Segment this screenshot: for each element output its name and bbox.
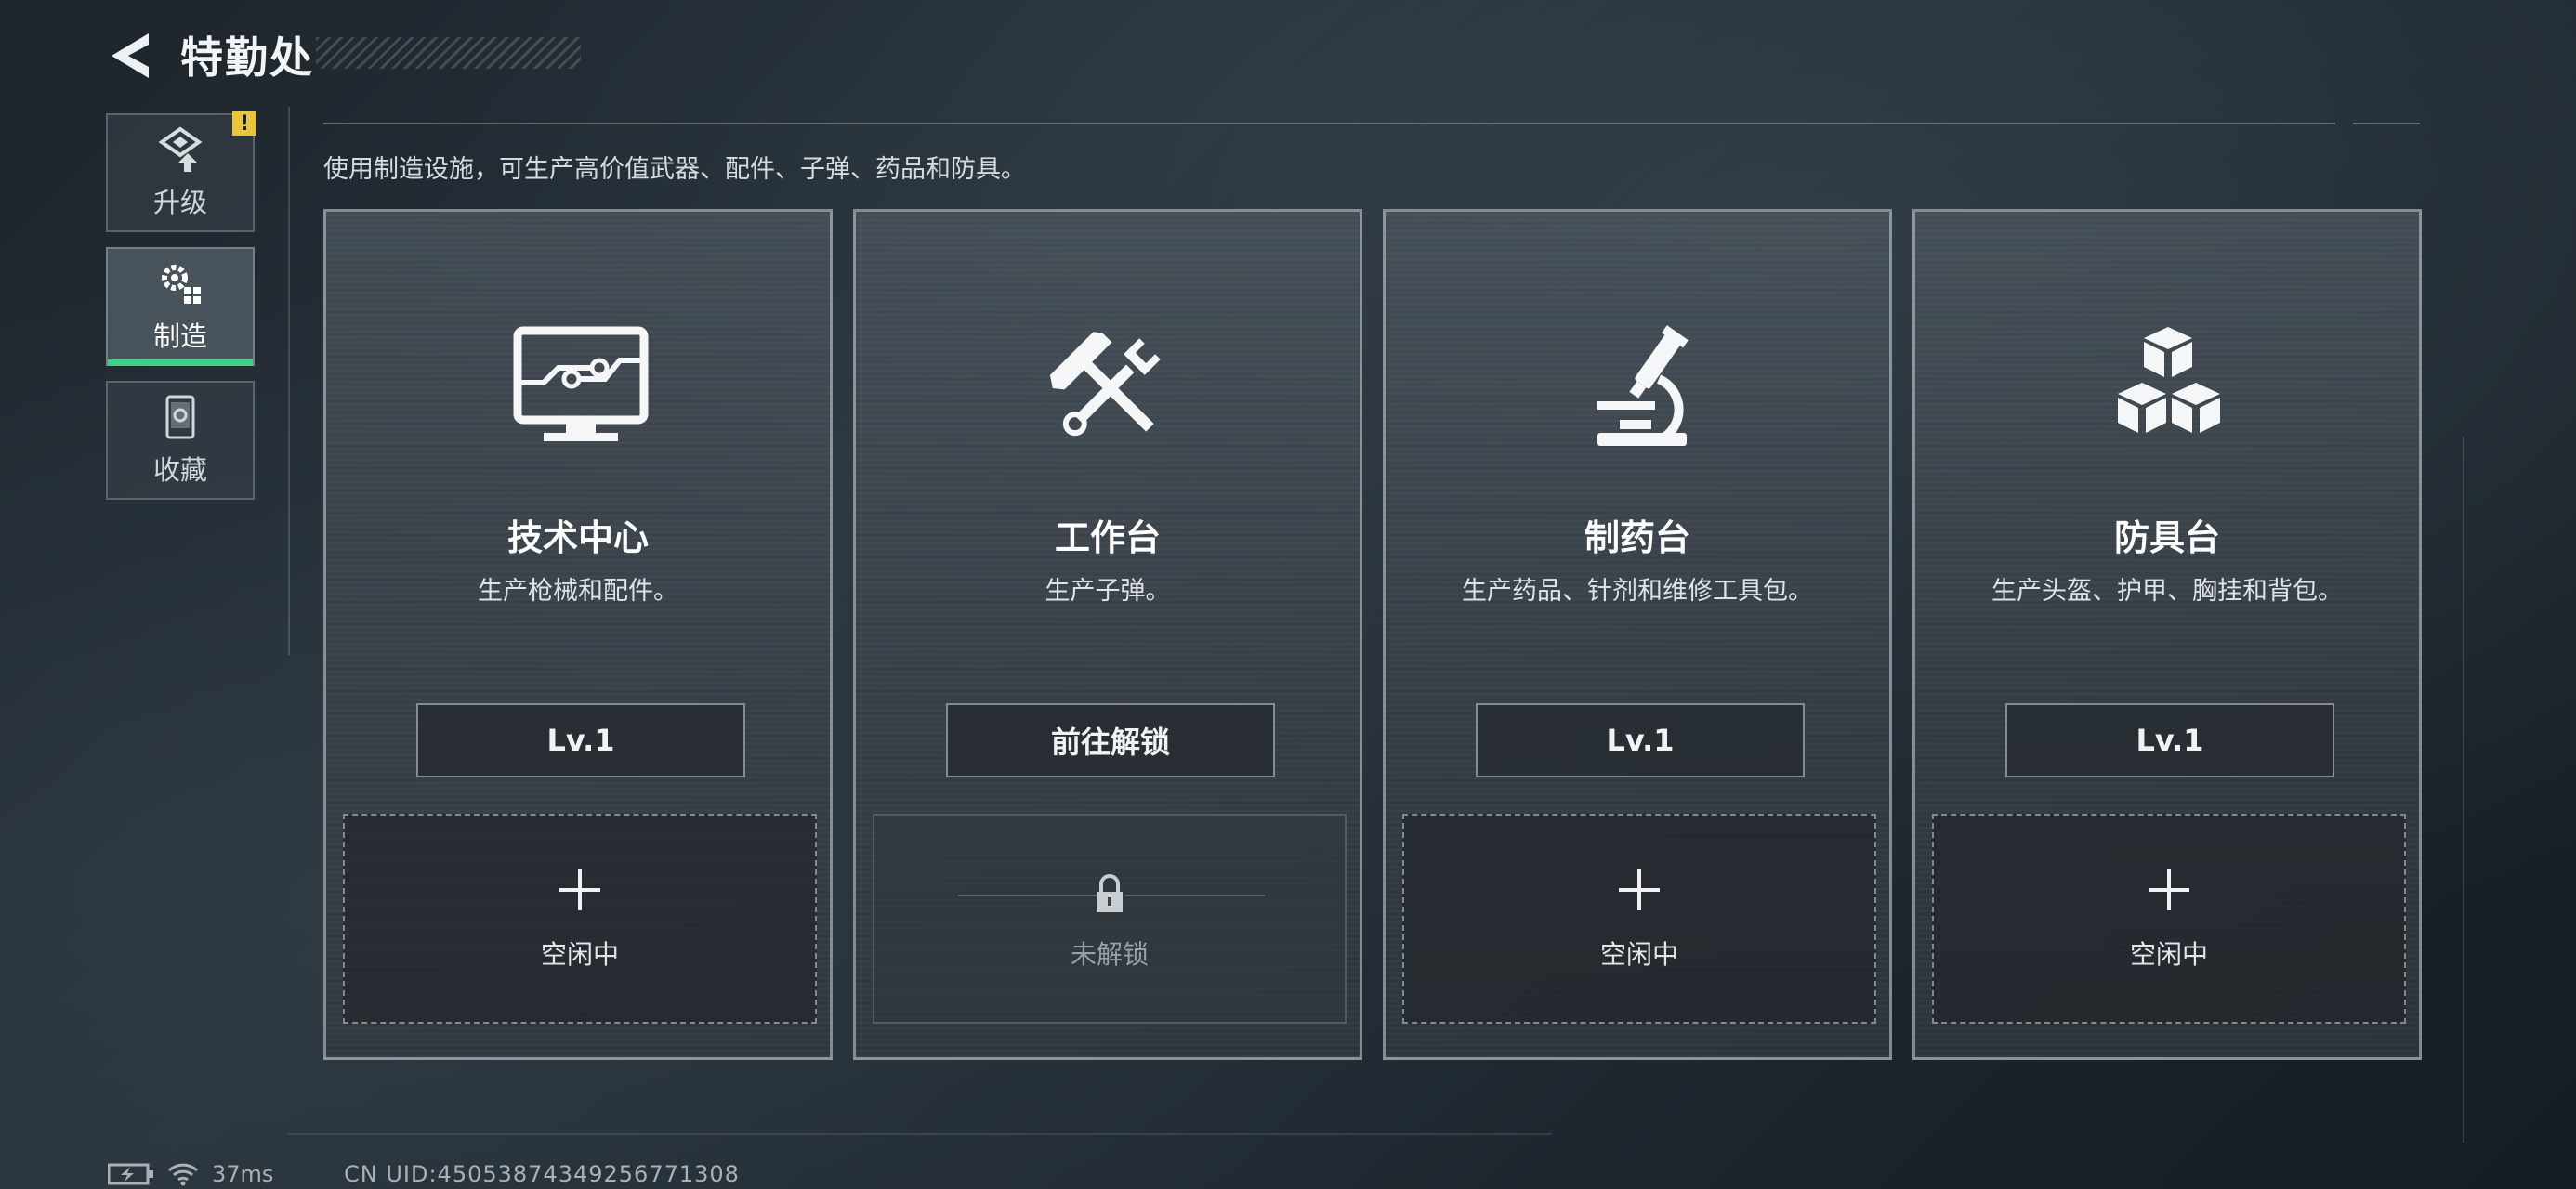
notification-badge: ! <box>232 111 256 136</box>
slot-status: 空闲中 <box>1599 939 1678 970</box>
back-arrow-icon <box>112 33 149 78</box>
production-slot[interactable]: 空闲中 <box>1402 814 1876 1024</box>
card-title: 防具台 <box>2113 517 2220 558</box>
plus-icon <box>1619 869 1660 910</box>
slot-status: 未解锁 <box>1070 939 1149 970</box>
facility-card-tech-center: 技术中心 生产枪械和配件。 Lv.1 空闲中 <box>323 209 833 1060</box>
gear-grid-icon <box>162 265 201 304</box>
left-frame-line <box>288 107 290 655</box>
slot-status: 空闲中 <box>2129 939 2208 970</box>
wifi-icon <box>167 1163 199 1186</box>
top-divider <box>323 123 2335 124</box>
divider <box>958 895 1097 896</box>
sidebar-item-label: 制造 <box>152 320 207 352</box>
upgrade-icon <box>158 126 203 172</box>
production-slot-locked: 未解锁 <box>873 814 1347 1024</box>
sidebar-item-label: 升级 <box>152 187 207 218</box>
sidebar-item-label: 收藏 <box>152 454 207 486</box>
back-button[interactable] <box>104 28 156 84</box>
hammer-wrench-icon <box>1049 332 1161 437</box>
ping-value: 37ms <box>212 1161 274 1187</box>
cubes-icon <box>2118 327 2220 433</box>
right-frame-line <box>2463 437 2464 1143</box>
sidebar-item-craft[interactable]: 制造 <box>106 247 255 366</box>
unlock-button[interactable]: 前往解锁 <box>946 703 1275 777</box>
user-uid: CN UID:450538743492567713​08 <box>344 1161 740 1187</box>
card-description: 生产头盔、护甲、胸挂和背包。 <box>1991 577 2343 606</box>
plus-icon <box>2149 869 2189 910</box>
status-bar: 37ms <box>108 1161 273 1187</box>
slot-status: 空闲中 <box>540 939 619 970</box>
level-button[interactable]: Lv.1 <box>416 703 745 777</box>
lock-icon <box>1097 874 1123 912</box>
card-description: 生产子弹。 <box>1045 577 1171 606</box>
divider <box>1125 895 1265 896</box>
plus-icon <box>559 869 600 910</box>
level-button[interactable]: Lv.1 <box>1476 703 1805 777</box>
monitor-circuit-icon <box>513 326 649 441</box>
card-description: 生产药品、针剂和维修工具包。 <box>1462 577 1813 606</box>
card-title: 制药台 <box>1584 517 1690 558</box>
card-title: 工作台 <box>1054 517 1161 558</box>
top-divider-end <box>2353 123 2420 124</box>
facility-card-workbench: 工作台 生产子弹。 前往解锁 未解锁 <box>853 209 1362 1060</box>
facility-card-armor: 防具台 生产头盔、护甲、胸挂和背包。 Lv.1 空闲中 <box>1912 209 2422 1060</box>
production-slot[interactable]: 空闲中 <box>343 814 817 1024</box>
facility-card-pharmacy: 制药台 生产药品、针剂和维修工具包。 Lv.1 空闲中 <box>1383 209 1892 1060</box>
level-button[interactable]: Lv.1 <box>2005 703 2334 777</box>
page-title: 特勤处 <box>180 33 314 83</box>
card-description: 生产枪械和配件。 <box>478 577 678 606</box>
bottom-frame-line <box>288 1133 1552 1135</box>
battery-charging-icon <box>108 1163 153 1185</box>
card-title: 技术中心 <box>506 517 649 558</box>
microscope-icon <box>1597 325 1689 446</box>
collection-icon <box>165 395 195 439</box>
page-description: 使用制造设施，可生产高价值武器、配件、子弹、药品和防具。 <box>323 155 1026 184</box>
sidebar-item-collection[interactable]: 收藏 <box>106 381 255 500</box>
title-decoration <box>316 37 581 69</box>
production-slot[interactable]: 空闲中 <box>1932 814 2406 1024</box>
